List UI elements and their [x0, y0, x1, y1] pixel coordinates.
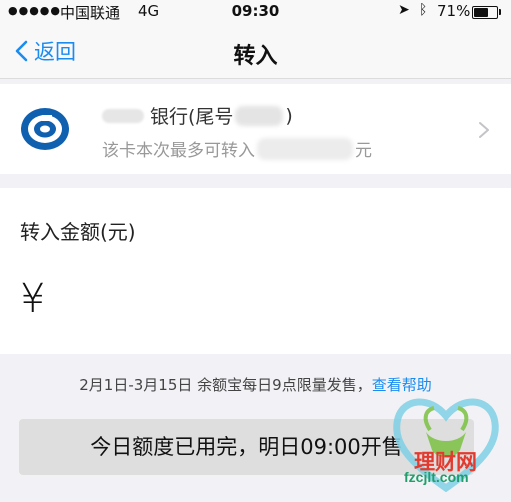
navigation-bar: 返回 转入: [0, 24, 511, 79]
location-arrow-icon: ➤: [398, 2, 410, 18]
watermark-url: fzcjlt.com: [404, 469, 469, 485]
battery-tip: [499, 9, 501, 15]
chevron-right-icon: [479, 122, 489, 138]
bank-logo-icon: [21, 108, 69, 150]
bank-name: 银行(尾号 ): [102, 102, 293, 129]
amount-input[interactable]: [70, 282, 474, 324]
bank-name-close: ): [285, 104, 293, 127]
battery-icon: [472, 6, 498, 19]
notice-text: 2月1日-3月15日 余额宝每日9点限量发售，: [79, 376, 372, 394]
bluetooth-icon: ᛒ: [419, 2, 428, 18]
currency-symbol: ¥: [20, 276, 46, 322]
redacted-card-tail: [235, 105, 284, 126]
transfer-limit: 该卡本次最多可转入 元: [102, 136, 372, 161]
amount-section: 转入金额(元) ¥: [0, 188, 511, 354]
battery-percent: 71%: [437, 2, 471, 20]
bank-name-label: 银行(尾号: [150, 106, 234, 128]
bank-card-selector[interactable]: 银行(尾号 ) 该卡本次最多可转入 元: [0, 84, 511, 174]
status-time: 09:30: [231, 2, 280, 20]
limit-prefix: 该卡本次最多可转入: [102, 141, 255, 161]
limit-suffix: 元: [355, 141, 372, 161]
redacted-bank-name: [102, 108, 144, 123]
page-title: 转入: [233, 44, 278, 69]
status-bar: ●●●●● 中国联通 4G 09:30 ➤ ᛒ 71%: [0, 0, 511, 24]
amount-label: 转入金额(元): [20, 220, 136, 244]
redacted-limit-amount: [257, 137, 353, 160]
